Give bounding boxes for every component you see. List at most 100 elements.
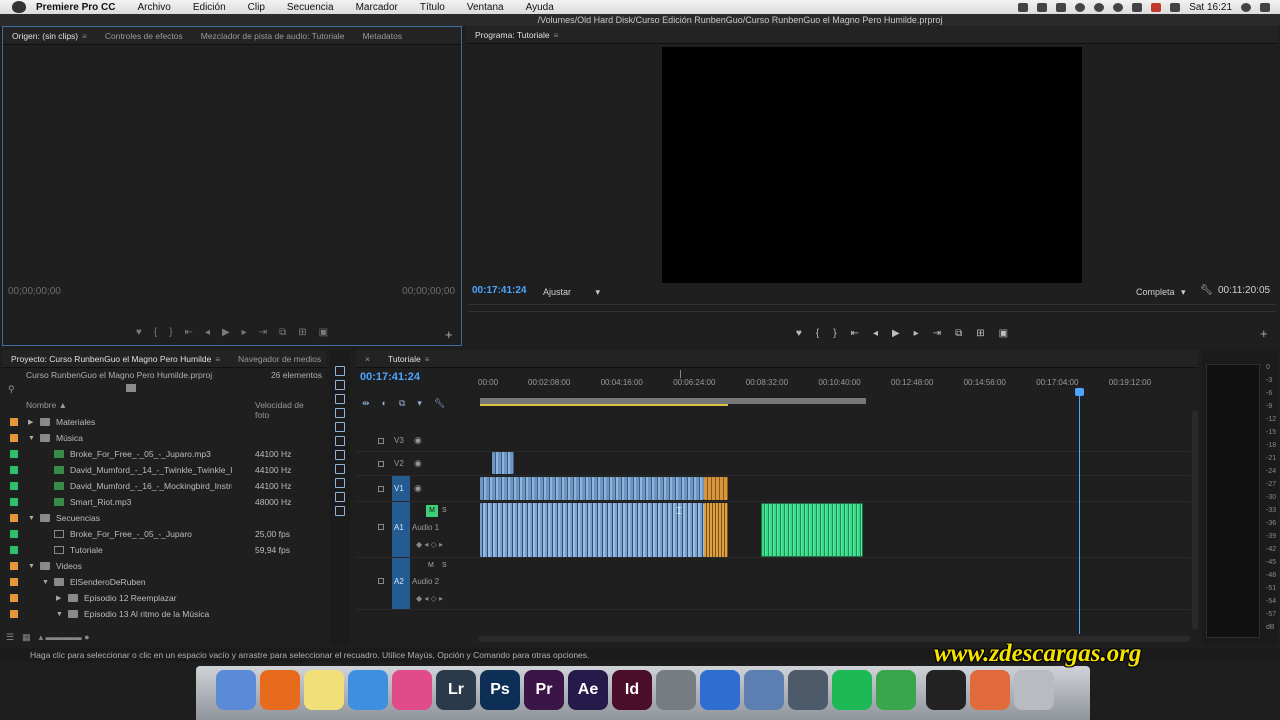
zoom-tool-icon[interactable] bbox=[335, 506, 345, 516]
timeline-vertical-scrollbar[interactable] bbox=[1192, 410, 1198, 630]
step-forward-icon[interactable]: ▸ bbox=[914, 328, 919, 339]
extract-icon[interactable]: ⊞ bbox=[976, 328, 984, 339]
keyframe-nav[interactable]: ◆ ◂ ◇ ▸ bbox=[416, 594, 443, 603]
video-clip[interactable] bbox=[480, 477, 704, 500]
keyframe-nav[interactable]: ◆ ◂ ◇ ▸ bbox=[416, 540, 443, 549]
solo-button[interactable]: S bbox=[442, 562, 447, 569]
lock-icon[interactable] bbox=[378, 578, 384, 584]
go-to-in-icon[interactable]: ⇤ bbox=[851, 328, 859, 339]
column-name[interactable]: Nombre ▲ bbox=[26, 400, 67, 410]
search-icon[interactable]: ⚲ bbox=[8, 384, 15, 395]
go-to-in-icon[interactable]: ⇤ bbox=[185, 327, 193, 338]
dock-app-icon[interactable] bbox=[744, 670, 784, 710]
disclosure-triangle-icon[interactable]: ▶ bbox=[56, 594, 64, 602]
dock-app-icon[interactable]: Lr bbox=[436, 670, 476, 710]
zoom-slider[interactable]: ▴ ▬▬▬▬ ● bbox=[39, 632, 90, 643]
overwrite-icon[interactable]: ⊞ bbox=[298, 327, 306, 338]
lock-icon[interactable] bbox=[378, 461, 384, 467]
marker-icon[interactable]: ♥ bbox=[136, 327, 142, 338]
export-frame-icon[interactable]: ▣ bbox=[999, 328, 1008, 339]
playhead[interactable] bbox=[1079, 390, 1080, 634]
list-item[interactable]: David_Mumford_-_14_-_Twinkle_Twinkle_Ins… bbox=[2, 462, 318, 478]
label-color-swatch[interactable] bbox=[10, 594, 18, 602]
label-color-swatch[interactable] bbox=[10, 418, 18, 426]
menu-ayuda[interactable]: Ayuda bbox=[515, 2, 565, 13]
list-item[interactable]: Broke_For_Free_-_05_-_Juparo 25,00 fps bbox=[2, 526, 318, 542]
list-item[interactable]: Tutoriale 59,94 fps bbox=[2, 542, 318, 558]
new-bin-icon[interactable] bbox=[126, 384, 136, 392]
panel-menu-icon[interactable]: ≡ bbox=[554, 31, 559, 40]
mark-in-icon[interactable]: { bbox=[154, 327, 157, 338]
label-color-swatch[interactable] bbox=[10, 434, 18, 442]
step-forward-icon[interactable]: ▸ bbox=[242, 327, 247, 338]
disclosure-triangle-icon[interactable]: ▼ bbox=[42, 579, 50, 586]
list-item[interactable]: ▶ Episodio 12 Reemplazar bbox=[2, 590, 318, 606]
menu-edicion[interactable]: Edición bbox=[182, 2, 237, 13]
menu-titulo[interactable]: Título bbox=[409, 2, 456, 13]
label-color-swatch[interactable] bbox=[10, 562, 18, 570]
dock-app-icon[interactable] bbox=[700, 670, 740, 710]
lock-icon[interactable] bbox=[378, 438, 384, 444]
dock-app-icon[interactable] bbox=[260, 670, 300, 710]
slide-tool-icon[interactable] bbox=[335, 464, 345, 474]
button-editor-icon[interactable]: + bbox=[445, 327, 453, 342]
panel-menu-icon[interactable]: ≡ bbox=[82, 32, 87, 41]
dock-app-icon[interactable]: Id bbox=[612, 670, 652, 710]
go-to-out-icon[interactable]: ⇥ bbox=[933, 328, 941, 339]
tab-source[interactable]: Origen: (sin clips) ≡ bbox=[3, 31, 96, 41]
wifi-icon[interactable] bbox=[1113, 2, 1124, 12]
eye-icon[interactable]: ◉ bbox=[414, 483, 422, 494]
lock-icon[interactable] bbox=[378, 524, 384, 530]
list-item[interactable]: Smart_Riot.mp3 48000 Hz bbox=[2, 494, 318, 510]
menu-clip[interactable]: Clip bbox=[237, 2, 276, 13]
disclosure-triangle-icon[interactable]: ▼ bbox=[28, 435, 36, 442]
track-select-tool-icon[interactable] bbox=[335, 380, 345, 390]
hand-tool-icon[interactable] bbox=[335, 492, 345, 502]
mark-in-icon[interactable]: { bbox=[816, 328, 819, 339]
playhead-handle[interactable] bbox=[1075, 388, 1084, 396]
track-label[interactable]: V1 bbox=[394, 484, 404, 493]
rolling-edit-tool-icon[interactable] bbox=[335, 408, 345, 418]
flag-icon[interactable] bbox=[1151, 2, 1162, 12]
dock-app-icon[interactable] bbox=[970, 670, 1010, 710]
label-color-swatch[interactable] bbox=[10, 530, 18, 538]
add-marker-icon[interactable]: ▾ bbox=[417, 398, 422, 409]
time-machine-icon[interactable] bbox=[1075, 2, 1086, 12]
razor-tool-icon[interactable] bbox=[335, 436, 345, 446]
label-color-swatch[interactable] bbox=[10, 610, 18, 618]
apple-icon[interactable] bbox=[12, 1, 26, 13]
dock-app-icon[interactable]: Ps bbox=[480, 670, 520, 710]
go-to-out-icon[interactable]: ⇥ bbox=[259, 327, 267, 338]
menu-app-name[interactable]: Premiere Pro CC bbox=[26, 2, 126, 13]
label-color-swatch[interactable] bbox=[10, 578, 18, 586]
label-color-swatch[interactable] bbox=[10, 482, 18, 490]
panel-menu-icon[interactable]: ≡ bbox=[215, 355, 220, 364]
selection-tool-icon[interactable] bbox=[335, 366, 345, 376]
menu-marcador[interactable]: Marcador bbox=[345, 2, 409, 13]
track-label[interactable]: V2 bbox=[394, 459, 404, 468]
label-color-swatch[interactable] bbox=[10, 546, 18, 554]
tab-effect-controls[interactable]: Controles de efectos bbox=[96, 31, 192, 41]
list-item[interactable]: ▼ Secuencias bbox=[2, 510, 318, 526]
marker-icon[interactable]: ♥ bbox=[796, 328, 802, 339]
disclosure-triangle-icon[interactable]: ▶ bbox=[28, 418, 36, 426]
wrench-icon[interactable]: 🔧︎ bbox=[1200, 285, 1213, 296]
list-item[interactable]: ▶ Materiales bbox=[2, 414, 318, 430]
label-color-swatch[interactable] bbox=[10, 450, 18, 458]
zoom-select[interactable]: Ajustar ▾ bbox=[543, 287, 600, 298]
search-icon[interactable] bbox=[1241, 2, 1251, 12]
solo-button[interactable]: S bbox=[442, 507, 447, 514]
tab-project[interactable]: Proyecto: Curso RunbenGuo el Magno Pero … bbox=[2, 354, 229, 364]
list-item[interactable]: David_Mumford_-_16_-_Mockingbird_Instrum… bbox=[2, 478, 318, 494]
step-back-icon[interactable]: ◂ bbox=[205, 327, 210, 338]
mark-out-icon[interactable]: } bbox=[169, 327, 172, 338]
menu-secuencia[interactable]: Secuencia bbox=[276, 2, 345, 13]
eye-icon[interactable]: ◉ bbox=[414, 435, 422, 446]
settings-wrench-icon[interactable]: 🔧︎ bbox=[434, 398, 445, 409]
list-item[interactable]: ▼ Música bbox=[2, 430, 318, 446]
nest-icon[interactable]: ⇹ bbox=[362, 398, 370, 409]
lift-icon[interactable]: ⧉ bbox=[955, 328, 962, 339]
clock[interactable]: Sat 16:21 bbox=[1189, 2, 1232, 13]
button-editor-icon[interactable]: + bbox=[1260, 326, 1268, 341]
bluetooth-icon[interactable] bbox=[1094, 2, 1105, 12]
